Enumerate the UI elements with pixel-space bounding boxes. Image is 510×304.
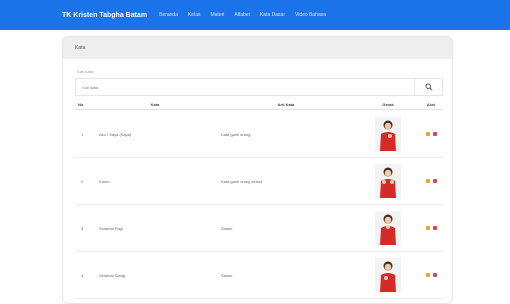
sign-image[interactable]: [375, 117, 401, 151]
row-image-cell: [357, 258, 419, 292]
row-definition: Salam: [221, 225, 233, 231]
nav-link-beranda[interactable]: Beranda: [159, 12, 178, 18]
nav-link-kelas[interactable]: Kelas: [188, 12, 201, 18]
table-row: 1 Aku / Saya (Saya) Kata ganti orang: [75, 111, 443, 158]
row-word: Selamat Pagi: [99, 225, 123, 231]
row-image-cell: [357, 211, 419, 245]
person-sign-icon: [380, 261, 396, 292]
col-header-kata: Kata: [150, 102, 160, 107]
row-word: Aku / Saya (Saya): [99, 131, 132, 137]
person-sign-icon: [380, 214, 396, 245]
top-navbar: TK Kristen Tabgha Batam Beranda Kelas Ma…: [0, 0, 510, 30]
edit-icon[interactable]: [425, 226, 430, 230]
search-label: Cari kata: [77, 69, 94, 74]
nav-link-materi[interactable]: Materi: [210, 12, 224, 18]
table-row: 3 Selamat Pagi Salam: [75, 205, 443, 252]
row-image-cell: [357, 164, 419, 198]
row-actions: [419, 226, 443, 230]
row-number: 4: [81, 272, 84, 278]
row-word: Selamat Siang: [99, 272, 126, 278]
col-header-gerak: Gerak: [382, 102, 394, 107]
row-number: 3: [81, 225, 84, 231]
search-icon: [424, 83, 433, 91]
delete-icon[interactable]: [432, 226, 437, 230]
row-image-cell: [357, 117, 419, 151]
search-input[interactable]: [76, 79, 414, 95]
sign-image[interactable]: [375, 164, 401, 198]
sign-image[interactable]: [375, 211, 401, 245]
brand-title[interactable]: TK Kristen Tabgha Batam: [62, 12, 147, 19]
row-word: Kamu: [99, 178, 110, 184]
search-button[interactable]: [414, 79, 442, 95]
sign-image[interactable]: [375, 258, 401, 292]
row-definition: Kata ganti orang kedua: [221, 178, 263, 184]
edit-icon[interactable]: [425, 132, 430, 136]
edit-icon[interactable]: [425, 179, 430, 183]
person-sign-icon: [380, 120, 396, 151]
col-header-arti: Arti Kata: [277, 102, 295, 107]
table-body: 1 Aku / Saya (Saya) Kata ganti orang 2 K…: [75, 111, 443, 299]
nav-link-video[interactable]: Video Bahasa: [295, 12, 326, 18]
edit-icon[interactable]: [425, 273, 430, 277]
row-number: 2: [81, 178, 84, 184]
table-header: No Kata Arti Kata Gerak Aksi: [75, 100, 443, 110]
delete-icon[interactable]: [432, 132, 437, 136]
content-card: Kata Cari kata No Kata Arti Kata Gerak A…: [62, 36, 453, 304]
table-row: 2 Kamu Kata ganti orang kedua: [75, 158, 443, 205]
row-definition: Salam: [221, 272, 233, 278]
row-actions: [419, 132, 443, 136]
delete-icon[interactable]: [432, 273, 437, 277]
person-sign-icon: [380, 167, 396, 198]
card-header: Kata: [63, 37, 452, 59]
delete-icon[interactable]: [432, 179, 437, 183]
row-actions: [419, 179, 443, 183]
row-definition: Kata ganti orang: [221, 131, 251, 137]
col-header-no: No: [78, 102, 84, 107]
row-actions: [419, 273, 443, 277]
nav-link-alfabet[interactable]: Alfabet: [234, 12, 250, 18]
search-bar: [75, 78, 443, 96]
nav-link-kata-dasar[interactable]: Kata Dasar: [260, 12, 285, 18]
col-header-aksi: Aksi: [426, 102, 436, 107]
table-row: 4 Selamat Siang Salam: [75, 252, 443, 299]
row-number: 1: [81, 131, 84, 137]
